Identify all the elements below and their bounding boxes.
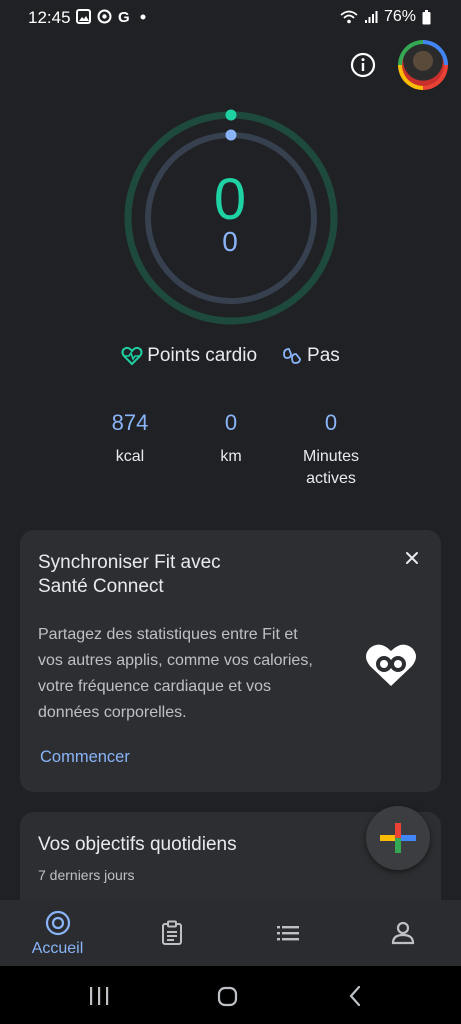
sync-card-body-line1: Partagez des statistiques entre Fit et bbox=[38, 626, 298, 643]
legend-heart-points[interactable]: Points cardio bbox=[121, 345, 257, 367]
stat-distance-value: 0 bbox=[224, 410, 238, 435]
stat-active-minutes-label: Minutes actives bbox=[281, 446, 381, 490]
steps-icon bbox=[283, 348, 301, 364]
svg-text:G: G bbox=[118, 9, 130, 24]
avatar[interactable] bbox=[398, 40, 448, 90]
legend-heart-points-label: Points cardio bbox=[147, 345, 258, 366]
heart-points-marker bbox=[225, 109, 237, 121]
stat-distance: 0 km bbox=[181, 410, 281, 468]
heart-points-value: 0 bbox=[213, 167, 247, 232]
nav-home-label: Accueil bbox=[31, 940, 84, 957]
stat-active-minutes-label-line1: Minutes bbox=[302, 448, 360, 465]
info-icon[interactable] bbox=[350, 52, 376, 78]
nav-profile[interactable] bbox=[345, 900, 460, 966]
sync-card-title: Synchroniser Fit avec Santé Connect bbox=[38, 551, 338, 599]
dot-icon bbox=[140, 14, 146, 20]
sync-card-body: Partagez des statistiques entre Fit et v… bbox=[38, 622, 348, 726]
steps-value: 0 bbox=[222, 226, 238, 257]
status-bar: 12:45 G 76% bbox=[0, 0, 461, 34]
gallery-icon bbox=[76, 9, 91, 24]
signal-icon bbox=[364, 11, 378, 23]
battery-icon bbox=[422, 9, 431, 24]
add-button[interactable] bbox=[366, 806, 430, 870]
avatar-photo bbox=[402, 44, 444, 86]
home-icon bbox=[45, 910, 71, 936]
recent-apps-icon[interactable] bbox=[88, 986, 110, 1006]
sync-card-body-line3: votre fréquence cardiaque et vos bbox=[38, 678, 272, 695]
notification-icons: G bbox=[76, 9, 147, 24]
wifi-icon bbox=[340, 10, 358, 24]
nav-browse[interactable] bbox=[230, 900, 345, 966]
sync-card-body-line4: données corporelles. bbox=[38, 704, 187, 721]
browse-icon bbox=[277, 926, 299, 941]
health-connect-icon bbox=[366, 644, 416, 686]
sync-card-title-line1: Synchroniser Fit avec bbox=[38, 552, 221, 573]
back-icon[interactable] bbox=[348, 985, 362, 1007]
stat-active-minutes: 0 Minutes actives bbox=[281, 410, 381, 490]
goals-card-title: Vos objectifs quotidiens bbox=[38, 834, 237, 855]
legend-steps-label: Pas bbox=[307, 345, 340, 366]
sync-icon bbox=[97, 9, 112, 24]
journal-icon bbox=[162, 920, 182, 945]
home-button-icon[interactable] bbox=[217, 986, 239, 1008]
heart-points-icon bbox=[121, 346, 143, 366]
stat-calories: 874 kcal bbox=[80, 410, 180, 468]
stat-distance-label: km bbox=[220, 448, 242, 465]
stat-active-minutes-value: 0 bbox=[324, 410, 338, 435]
status-time: 12:45 bbox=[28, 8, 71, 27]
legend-steps[interactable]: Pas bbox=[281, 345, 340, 367]
sync-card-title-line2: Santé Connect bbox=[38, 576, 164, 597]
google-icon: G bbox=[118, 9, 130, 24]
activity-legend: Points cardio Pas bbox=[0, 345, 461, 367]
profile-icon bbox=[391, 921, 415, 945]
start-button[interactable]: Commencer bbox=[40, 748, 130, 767]
stat-calories-value: 874 bbox=[111, 410, 149, 435]
bottom-nav: Accueil bbox=[0, 900, 461, 966]
stat-active-minutes-label-line2: actives bbox=[306, 470, 356, 487]
nav-journal[interactable] bbox=[115, 900, 230, 966]
close-icon[interactable] bbox=[402, 548, 422, 568]
stat-calories-label: kcal bbox=[115, 448, 145, 465]
battery-percent: 76% bbox=[383, 8, 416, 25]
add-icon bbox=[380, 823, 416, 853]
nav-home[interactable]: Accueil bbox=[0, 900, 115, 966]
system-nav-bar bbox=[0, 966, 461, 1024]
steps-marker bbox=[225, 129, 237, 141]
sync-card-body-line2: vos autres applis, comme vos calories, bbox=[38, 652, 313, 669]
status-right: 76% bbox=[340, 8, 431, 26]
goals-card-subtitle: 7 derniers jours bbox=[38, 867, 135, 883]
